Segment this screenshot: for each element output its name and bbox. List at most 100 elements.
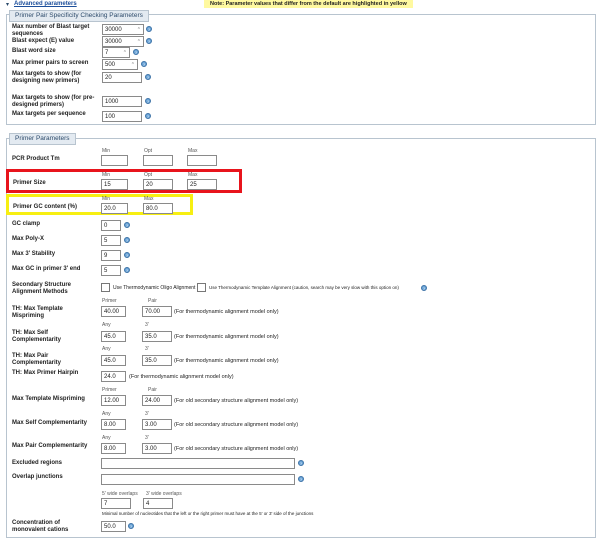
- concentration-input[interactable]: 50.0: [101, 521, 126, 532]
- col-max-label: Max: [144, 196, 154, 202]
- highlight-note: Note: Parameter values that differ from …: [204, 0, 413, 8]
- pair-label: Max Pair Complementarity: [12, 443, 88, 449]
- stability-input[interactable]: 9: [101, 250, 121, 261]
- expect-input[interactable]: 30000: [102, 36, 144, 47]
- max-targets-input[interactable]: 30000: [102, 24, 144, 35]
- gc-clamp-input[interactable]: 0: [101, 220, 121, 231]
- help-icon[interactable]: ?: [146, 38, 152, 44]
- poly-x-input[interactable]: 5: [101, 235, 121, 246]
- pcr-tm-min-input[interactable]: [101, 155, 128, 166]
- max-targets-design-input[interactable]: 20: [102, 72, 142, 83]
- primer-legend[interactable]: Primer Parameters: [9, 133, 76, 145]
- th-pair-note: (For thermodynamic alignment model only): [174, 358, 279, 364]
- word-size-label: Blast word size: [12, 48, 56, 54]
- col-5overlap-label: 5' wide overlaps: [102, 491, 138, 497]
- max-pairs-input[interactable]: 500: [102, 59, 138, 70]
- help-icon[interactable]: ?: [124, 237, 130, 243]
- th-mispriming-label: TH: Max Template Mispriming: [12, 306, 63, 319]
- oligo-alignment-checkbox[interactable]: [101, 283, 110, 292]
- col-any-label: Any: [102, 411, 111, 417]
- overlap-input[interactable]: [101, 474, 295, 485]
- mispriming-pair-input[interactable]: 24.00: [142, 395, 172, 406]
- advanced-parameters-link[interactable]: Advanced parameters: [14, 1, 77, 7]
- col-3-label: 3': [145, 411, 149, 417]
- col-primer-label: Primer: [102, 298, 117, 304]
- max-targets-pre-label: Max targets to show (for pre-designed pr…: [12, 95, 95, 108]
- self-label: Max Self Complementarity: [12, 420, 88, 426]
- th-self-any-input[interactable]: 45.0: [101, 331, 126, 342]
- th-mispriming-primer-input[interactable]: 40.00: [101, 306, 126, 317]
- th-self-3-input[interactable]: 35.0: [142, 331, 172, 342]
- col-min-label: Min: [102, 196, 111, 202]
- secondary-structure-label: Secondary Structure Alignment Methods: [12, 282, 72, 295]
- pcr-tm-opt-input[interactable]: [143, 155, 173, 166]
- help-icon[interactable]: ?: [145, 74, 151, 80]
- th-hairpin-note: (For thermodynamic alignment model only): [129, 374, 234, 380]
- pcr-tm-max-input[interactable]: [187, 155, 217, 166]
- collapse-toggle-icon[interactable]: ▾: [6, 1, 9, 8]
- help-icon[interactable]: ?: [298, 460, 304, 466]
- gc-content-min-input[interactable]: 20.0: [101, 203, 128, 214]
- overlap-label: Overlap junctions: [12, 474, 63, 480]
- excluded-input[interactable]: [101, 458, 295, 469]
- gc-end-input[interactable]: 5: [101, 265, 121, 276]
- col-pair-label: Pair: [148, 387, 157, 393]
- col-any-label: Any: [102, 346, 111, 352]
- max-targets-label: Max number of Blast target sequences: [12, 24, 90, 37]
- help-icon[interactable]: ?: [421, 285, 427, 291]
- word-size-select[interactable]: 7: [102, 47, 130, 58]
- help-icon[interactable]: ?: [128, 523, 134, 529]
- col-3-label: 3': [145, 322, 149, 328]
- primer-size-opt-input[interactable]: 20: [143, 179, 173, 190]
- help-icon[interactable]: ?: [124, 252, 130, 258]
- help-icon[interactable]: ?: [124, 267, 130, 273]
- help-icon[interactable]: ?: [124, 222, 130, 228]
- primer-size-max-input[interactable]: 25: [187, 179, 217, 190]
- specificity-legend[interactable]: Primer Pair Specificity Checking Paramet…: [9, 10, 149, 22]
- self-any-input[interactable]: 8.00: [101, 419, 126, 430]
- pcr-tm-label: PCR Product Tm: [12, 156, 60, 162]
- col-any-label: Any: [102, 322, 111, 328]
- help-icon[interactable]: ?: [141, 61, 147, 67]
- max-targets-pre-input[interactable]: 1000: [102, 96, 142, 107]
- self-3-input[interactable]: 3.00: [142, 419, 172, 430]
- pair-3-input[interactable]: 3.00: [142, 443, 172, 454]
- col-max-label: Max: [188, 148, 198, 154]
- primer-size-min-input[interactable]: 15: [101, 179, 128, 190]
- col-opt-label: Opt: [144, 148, 153, 154]
- max-targets-seq-label: Max targets per sequence: [12, 111, 86, 117]
- col-3-label: 3': [145, 346, 149, 352]
- stability-label: Max 3' Stability: [12, 251, 56, 257]
- th-self-note: (For thermodynamic alignment model only): [174, 334, 279, 340]
- th-mispriming-pair-input[interactable]: 70.00: [142, 306, 172, 317]
- overlap-note: Minimal number of nucleotides that the l…: [102, 511, 314, 516]
- overlap-5-input[interactable]: 7: [101, 498, 131, 509]
- help-icon[interactable]: ?: [145, 98, 151, 104]
- help-icon[interactable]: ?: [298, 476, 304, 482]
- max-targets-design-label: Max targets to show (for designing new p…: [12, 71, 82, 84]
- max-targets-seq-input[interactable]: 100: [102, 111, 142, 122]
- oligo-alignment-label: Use Thermodynamic Oligo Alignment: [113, 285, 196, 291]
- th-self-label: TH: Max Self Complementarity: [12, 330, 62, 343]
- expect-label: Blast expect (E) value: [12, 38, 75, 44]
- pair-any-input[interactable]: 8.00: [101, 443, 126, 454]
- col-any-label: Any: [102, 435, 111, 441]
- help-icon[interactable]: ?: [146, 26, 152, 32]
- max-pairs-label: Max primer pairs to screen: [12, 60, 89, 66]
- th-pair-3-input[interactable]: 35.0: [142, 355, 172, 366]
- help-icon[interactable]: ?: [145, 113, 151, 119]
- overlap-3-input[interactable]: 4: [143, 498, 173, 509]
- gc-content-max-input[interactable]: 80.0: [143, 203, 173, 214]
- col-min-label: Min: [102, 172, 111, 178]
- gc-end-label: Max GC in primer 3' end: [12, 266, 81, 272]
- self-note: (For old secondary structure alignment m…: [174, 422, 299, 428]
- mispriming-primer-input[interactable]: 12.00: [101, 395, 126, 406]
- help-icon[interactable]: ?: [133, 49, 139, 55]
- th-pair-any-input[interactable]: 45.0: [101, 355, 126, 366]
- th-hairpin-input[interactable]: 24.0: [101, 371, 126, 382]
- template-alignment-checkbox[interactable]: [197, 283, 206, 292]
- poly-x-label: Max Poly-X: [12, 236, 45, 242]
- excluded-label: Excluded regions: [12, 460, 63, 466]
- th-hairpin-label: TH: Max Primer Hairpin: [12, 370, 79, 376]
- primer-size-label: Primer Size: [13, 180, 46, 186]
